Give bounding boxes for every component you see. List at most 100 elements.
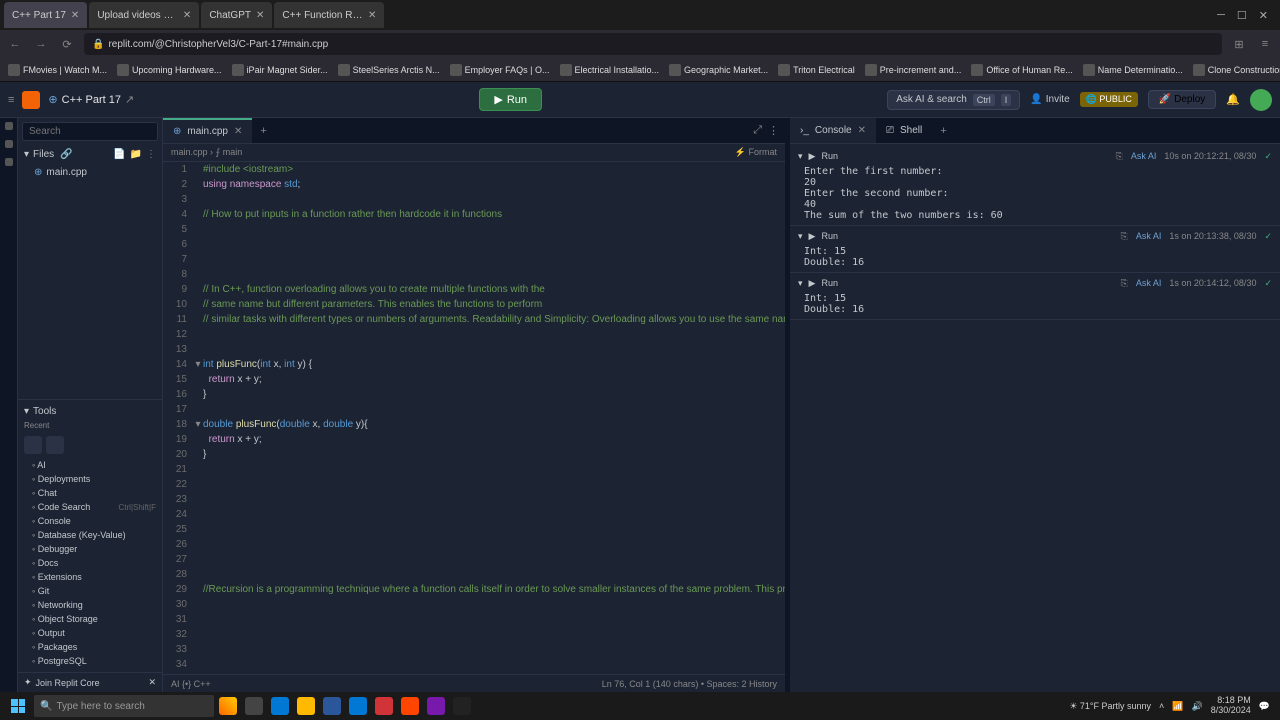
- weather-widget[interactable]: ☀ 71°F Partly sunny: [1069, 701, 1151, 712]
- tool-item[interactable]: ◦ Extensions: [18, 570, 162, 584]
- recent-tool-icon[interactable]: [46, 436, 64, 454]
- taskbar-app[interactable]: [424, 694, 448, 718]
- code-line[interactable]: 8: [163, 267, 785, 282]
- invite-button[interactable]: 👤 Invite: [1030, 94, 1069, 105]
- code-line[interactable]: 26: [163, 537, 785, 552]
- bookmark-item[interactable]: Electrical Installatio...: [556, 64, 664, 76]
- rail-item[interactable]: [5, 122, 13, 130]
- taskbar-search[interactable]: 🔍 Type here to search: [34, 695, 214, 717]
- add-tab-button[interactable]: +: [932, 125, 954, 137]
- taskbar-app[interactable]: [346, 694, 370, 718]
- rail-item[interactable]: [5, 158, 13, 166]
- close-icon[interactable]: ✕: [148, 677, 156, 688]
- close-icon[interactable]: ✕: [1259, 9, 1268, 22]
- tool-item[interactable]: ◦ Packages: [18, 640, 162, 654]
- taskbar-app[interactable]: [450, 694, 474, 718]
- close-icon[interactable]: ✕: [71, 10, 79, 21]
- code-line[interactable]: 25: [163, 522, 785, 537]
- minimize-icon[interactable]: ─: [1217, 9, 1225, 22]
- code-editor[interactable]: 1#include <iostream>2using namespace std…: [163, 162, 785, 674]
- browser-tab[interactable]: C++ Part 17✕: [4, 2, 87, 28]
- bookmark-item[interactable]: Employer FAQs | O...: [446, 64, 554, 76]
- task-view-icon[interactable]: [216, 694, 240, 718]
- code-line[interactable]: 1#include <iostream>: [163, 162, 785, 177]
- code-line[interactable]: 28: [163, 567, 785, 582]
- browser-tab[interactable]: Upload videos at Rumble✕: [89, 2, 199, 28]
- code-line[interactable]: 11// similar tasks with different types …: [163, 312, 785, 327]
- more-icon[interactable]: ⋮: [146, 149, 156, 160]
- tools-header[interactable]: ▾ Tools: [18, 404, 162, 419]
- maximize-icon[interactable]: ☐: [1237, 9, 1247, 22]
- browser-tab[interactable]: ChatGPT✕: [201, 2, 272, 28]
- bookmark-item[interactable]: Triton Electrical: [774, 64, 859, 76]
- code-line[interactable]: 12: [163, 327, 785, 342]
- bookmark-item[interactable]: Geographic Market...: [665, 64, 772, 76]
- browser-tab[interactable]: C++ Function Recursion✕: [274, 2, 384, 28]
- tool-item[interactable]: ◦ Debugger: [18, 542, 162, 556]
- tool-item[interactable]: ◦ AI: [18, 458, 162, 472]
- expand-icon[interactable]: ⤢: [753, 124, 762, 137]
- console-tab[interactable]: ›_ Console ✕: [790, 118, 876, 143]
- files-header[interactable]: ▾ Files 🔗 📄 📁 ⋮: [18, 145, 162, 164]
- tool-item[interactable]: ◦ Console: [18, 514, 162, 528]
- code-line[interactable]: 16}: [163, 387, 785, 402]
- taskbar-app[interactable]: [398, 694, 422, 718]
- menu-icon[interactable]: ≡: [1256, 38, 1274, 50]
- code-line[interactable]: 17: [163, 402, 785, 417]
- code-line[interactable]: 5: [163, 222, 785, 237]
- run-button[interactable]: ▶ Run: [479, 88, 542, 111]
- code-line[interactable]: 27: [163, 552, 785, 567]
- close-icon[interactable]: ✕: [368, 10, 376, 21]
- copy-icon[interactable]: ⎘: [1116, 151, 1123, 162]
- bookmark-item[interactable]: Clone Construction: [1189, 64, 1280, 76]
- code-line[interactable]: 19 return x + y;: [163, 432, 785, 447]
- repl-name[interactable]: ⊕ C++ Part 17 ↗: [48, 93, 134, 106]
- chevron-down-icon[interactable]: ▾: [798, 278, 803, 289]
- tool-item[interactable]: ◦ Code SearchCtrl|Shift|F: [18, 500, 162, 514]
- tool-item[interactable]: ◦ Object Storage: [18, 612, 162, 626]
- code-line[interactable]: 24: [163, 507, 785, 522]
- back-icon[interactable]: ←: [6, 38, 24, 50]
- search-input[interactable]: [22, 122, 158, 141]
- code-line[interactable]: 13: [163, 342, 785, 357]
- editor-tab-main[interactable]: ⊕ main.cpp ✕: [163, 118, 252, 143]
- tray-volume-icon[interactable]: 🔊: [1192, 701, 1203, 712]
- code-line[interactable]: 9// In C++, function overloading allows …: [163, 282, 785, 297]
- add-tab-button[interactable]: +: [252, 125, 274, 137]
- code-line[interactable]: 30: [163, 597, 785, 612]
- taskbar-app[interactable]: [372, 694, 396, 718]
- code-line[interactable]: 23: [163, 492, 785, 507]
- close-icon[interactable]: ✕: [234, 126, 242, 137]
- copy-icon[interactable]: ⎘: [1121, 278, 1128, 289]
- code-line[interactable]: 32: [163, 627, 785, 642]
- bookmark-item[interactable]: Upcoming Hardware...: [113, 64, 226, 76]
- tray-chevron-icon[interactable]: ˄: [1159, 701, 1164, 711]
- bookmark-item[interactable]: Office of Human Re...: [967, 64, 1076, 76]
- bookmark-item[interactable]: Name Determinatio...: [1079, 64, 1187, 76]
- bookmark-item[interactable]: Pre-increment and...: [861, 64, 966, 76]
- code-line[interactable]: 6: [163, 237, 785, 252]
- tray-network-icon[interactable]: 📶: [1172, 701, 1183, 712]
- code-line[interactable]: 2using namespace std;: [163, 177, 785, 192]
- code-line[interactable]: 18▾double plusFunc(double x, double y){: [163, 417, 785, 432]
- chevron-down-icon[interactable]: ▾: [798, 151, 803, 162]
- tool-item[interactable]: ◦ PostgreSQL: [18, 654, 162, 668]
- tool-item[interactable]: ◦ Output: [18, 626, 162, 640]
- format-button[interactable]: ⚡ Format: [735, 147, 777, 158]
- ask-ai-search[interactable]: Ask AI & search Ctrl I: [887, 90, 1020, 110]
- code-line[interactable]: 22: [163, 477, 785, 492]
- code-line[interactable]: 31: [163, 612, 785, 627]
- shell-tab[interactable]: ⎚ Shell: [876, 118, 932, 143]
- bookmark-item[interactable]: iPair Magnet Sider...: [228, 64, 332, 76]
- code-line[interactable]: 15 return x + y;: [163, 372, 785, 387]
- code-line[interactable]: 4// How to put inputs in a function rath…: [163, 207, 785, 222]
- visibility-badge[interactable]: 🌐 PUBLIC: [1080, 92, 1138, 107]
- new-folder-icon[interactable]: 📁: [130, 149, 142, 160]
- more-icon[interactable]: ⋮: [768, 124, 779, 137]
- chevron-down-icon[interactable]: ▾: [798, 231, 803, 242]
- ask-ai-link[interactable]: Ask AI: [1136, 231, 1162, 241]
- forward-icon[interactable]: →: [32, 38, 50, 50]
- code-line[interactable]: 34: [163, 657, 785, 672]
- tool-item[interactable]: ◦ Docs: [18, 556, 162, 570]
- taskbar-app[interactable]: [242, 694, 266, 718]
